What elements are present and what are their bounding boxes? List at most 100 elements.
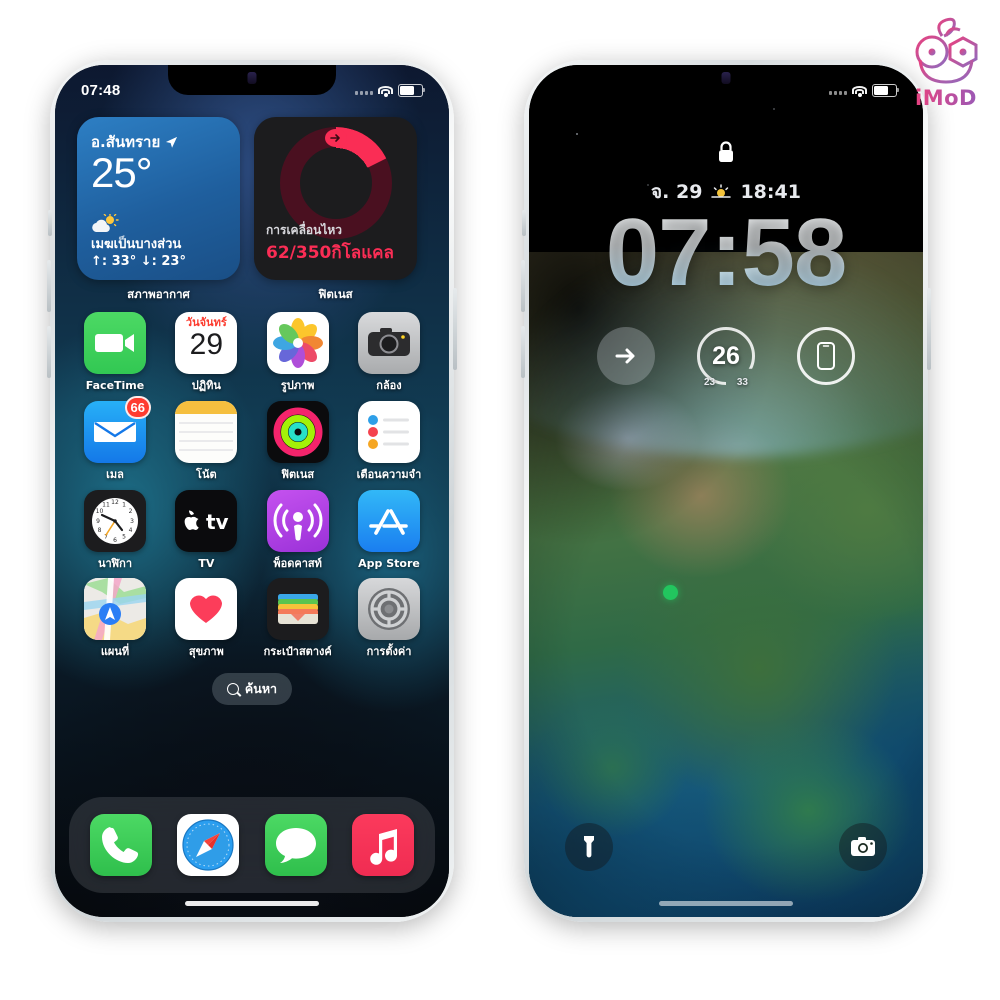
- home-indicator[interactable]: [659, 901, 793, 906]
- app-row-4: แผนที่ สุขภาพ กระเป๋าสตางค์ การตั้งค่า: [77, 578, 427, 659]
- camera-icon: [851, 837, 875, 856]
- device-battery-widget[interactable]: [797, 327, 855, 385]
- analog-clock-icon: 12 3 6 9 1245 7 8 10 11: [84, 489, 146, 552]
- location-arrow-icon: [166, 136, 178, 148]
- watermark-text: iMoD: [915, 86, 977, 110]
- cellular-signal-icon: [829, 86, 847, 95]
- reminders-list-icon: [357, 400, 420, 463]
- svg-text:12: 12: [111, 499, 119, 506]
- location-dot: [662, 584, 678, 600]
- music-note-icon[interactable]: [352, 814, 415, 876]
- app-row-1: FaceTime วันจันทร์ 29 ปฏิทิน รูปภาพ กล้อ…: [77, 312, 427, 393]
- weather-condition: เมฆเป็นบางส่วน: [91, 237, 182, 253]
- status-bar-home: 07:48: [55, 65, 449, 109]
- imod-watermark: iMoD: [900, 16, 992, 112]
- mute-switch[interactable]: [522, 210, 526, 236]
- status-bar-lock: [529, 65, 923, 109]
- app-settings[interactable]: การตั้งค่า: [351, 578, 427, 659]
- volume-up-button[interactable]: [521, 260, 525, 312]
- app-label: ปฏิทิน: [191, 379, 221, 392]
- weather-widget[interactable]: อ.สันทราย 25° เมฆเป็นบางส่วน ↑: 33° ↓: 2…: [77, 117, 240, 280]
- arrow-right-icon: [324, 129, 347, 147]
- safari-compass-icon[interactable]: [177, 814, 240, 876]
- battery-icon: [872, 83, 899, 97]
- svg-text:1: 1: [122, 501, 126, 508]
- home-indicator[interactable]: [185, 901, 319, 906]
- app-health[interactable]: สุขภาพ: [168, 578, 244, 659]
- power-button[interactable]: [927, 288, 931, 370]
- app-mail[interactable]: 66 เมล: [77, 395, 153, 482]
- svg-text:11: 11: [102, 501, 110, 508]
- calendar-icon: วันจันทร์ 29: [175, 312, 238, 374]
- status-bar-time: 07:48: [81, 81, 121, 99]
- app-appstore[interactable]: App Store: [351, 489, 427, 571]
- maps-icon: [84, 578, 146, 641]
- padlock-closed-icon: [716, 140, 736, 169]
- fitness-widget[interactable]: การเคลื่อนไหว 62/350กิโลแคล: [254, 117, 417, 280]
- svg-text:tv: tv: [206, 510, 229, 534]
- health-heart-icon: [175, 578, 238, 641]
- app-label: FaceTime: [85, 379, 145, 392]
- app-label: กระเป๋าสตางค์: [263, 645, 332, 659]
- iphone-lock-screen-device: จ. 29 18:41 07:58 26 23 33: [521, 60, 931, 922]
- app-store-icon: [357, 489, 420, 552]
- messages-bubble-icon[interactable]: [264, 814, 327, 876]
- gauge-low: 23: [704, 377, 716, 388]
- weather-gauge-widget[interactable]: 26 23 33: [697, 327, 755, 388]
- app-facetime[interactable]: FaceTime: [77, 312, 153, 393]
- svg-text:5: 5: [122, 533, 126, 540]
- volume-down-button[interactable]: [521, 326, 525, 378]
- svg-text:9: 9: [96, 518, 100, 525]
- lock-widget-row: 26 23 33: [529, 327, 923, 388]
- calendar-day: 29: [189, 328, 224, 361]
- app-label: รูปภาพ: [280, 379, 315, 392]
- phone-handset-icon[interactable]: [89, 814, 152, 876]
- svg-text:4: 4: [129, 527, 133, 534]
- app-calendar[interactable]: วันจันทร์ 29 ปฏิทิน: [168, 312, 244, 393]
- app-wallet[interactable]: กระเป๋าสตางค์: [260, 578, 336, 659]
- volume-down-button[interactable]: [47, 326, 51, 378]
- app-label: ฟิตเนส: [281, 467, 315, 481]
- cellular-signal-icon: [355, 86, 373, 95]
- app-maps[interactable]: แผนที่: [77, 578, 153, 659]
- battery-icon: [398, 83, 425, 97]
- calendar-weekday: วันจันทร์: [185, 316, 227, 329]
- sunrise-icon: [711, 184, 732, 198]
- flashlight-button[interactable]: [565, 823, 613, 871]
- camera-button[interactable]: [839, 823, 887, 871]
- wallet-cards-icon: [266, 578, 329, 641]
- app-label: โน้ต: [196, 467, 217, 481]
- svg-text:8: 8: [98, 527, 102, 534]
- app-fitness[interactable]: ฟิตเนส: [260, 400, 336, 482]
- app-label: TV: [198, 556, 215, 570]
- mute-switch[interactable]: [48, 210, 52, 236]
- app-notes[interactable]: โน้ต: [168, 400, 244, 482]
- app-label: App Store: [358, 556, 420, 570]
- app-tv[interactable]: tv TV: [168, 489, 244, 571]
- sun-behind-cloud-icon: [91, 213, 121, 234]
- svg-text:3: 3: [130, 518, 134, 525]
- home-screen: 07:48 อ.สันทราย 25° เมฆเป็นบางส่วน ↑: 33…: [55, 65, 449, 917]
- fitness-ring-label: การเคลื่อนไหว: [266, 223, 343, 237]
- app-photos[interactable]: รูปภาพ: [260, 312, 336, 393]
- shortcut-arrow-widget[interactable]: [597, 327, 655, 385]
- app-label: เตือนความจำ: [356, 467, 422, 481]
- power-button[interactable]: [453, 288, 457, 370]
- app-camera[interactable]: กล้อง: [351, 312, 427, 393]
- widget-label-row: สภาพอากาศ ฟิตเนส: [55, 280, 449, 304]
- volume-up-button[interactable]: [47, 260, 51, 312]
- app-label: พ็อดคาสท์: [273, 556, 322, 570]
- facetime-video-icon: [84, 312, 146, 374]
- app-podcasts[interactable]: พ็อดคาสท์: [260, 489, 336, 571]
- widget-row: อ.สันทราย 25° เมฆเป็นบางส่วน ↑: 33° ↓: 2…: [55, 117, 449, 280]
- notes-icon: [175, 400, 238, 463]
- arrow-right-circle-icon: [615, 348, 635, 364]
- weather-widget-label: สภาพอากาศ: [127, 287, 190, 301]
- settings-gear-icon: [357, 578, 420, 641]
- app-reminders[interactable]: เตือนความจำ: [351, 400, 427, 482]
- fitness-ring-value: 62/350กิโลแคล: [266, 243, 394, 263]
- app-clock[interactable]: 12 3 6 9 1245 7 8 10 11 นาฬิกา: [77, 489, 153, 571]
- search-pill[interactable]: ค้นหา: [211, 673, 293, 705]
- robot-face-logo-icon: [915, 17, 978, 84]
- iphone-home-screen-device: 07:48 อ.สันทราย 25° เมฆเป็นบางส่วน ↑: 33…: [47, 60, 457, 922]
